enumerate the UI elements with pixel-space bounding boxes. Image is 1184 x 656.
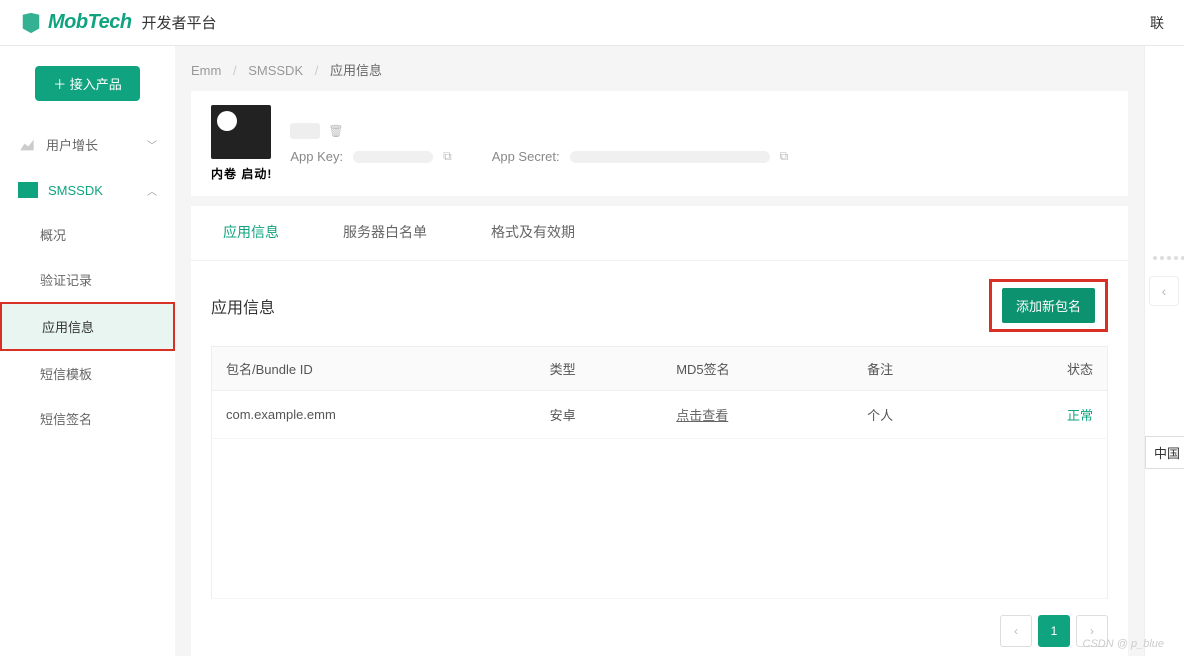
md5-view-link[interactable]: 点击查看 [676, 408, 728, 423]
sidebar: ＋ 接入产品 用户增长 ﹀ SMSSDK ︿ 概况 验证记录 应用信息 短信模板… [0, 46, 175, 656]
appkey-value [353, 151, 433, 163]
right-rail: ‹ 中国 [1144, 46, 1184, 656]
access-product-button[interactable]: ＋ 接入产品 [35, 66, 140, 101]
nav-item-appinfo[interactable]: 应用信息 [0, 302, 175, 351]
cell-remark: 个人 [853, 391, 980, 439]
col-remark: 备注 [853, 347, 980, 391]
status-badge: 正常 [1067, 408, 1093, 423]
nav-item-verify[interactable]: 验证记录 [0, 257, 175, 302]
cell-bundle: com.example.emm [212, 391, 536, 439]
watermark: CSDN @ p_blue [1083, 638, 1164, 650]
copy-icon[interactable]: ⧉ [780, 149, 789, 164]
appsecret-label: App Secret: [492, 149, 560, 164]
platform-text: 开发者平台 [142, 12, 217, 33]
header: MobTech 开发者平台 联 [0, 0, 1184, 46]
copy-icon[interactable]: ⧉ [443, 149, 452, 164]
country-tag[interactable]: 中国 [1145, 436, 1184, 469]
app-card: 内卷 启动! 🗑 App Key: ⧉ App Secret: [191, 91, 1128, 196]
table-row: com.example.emm 安卓 点击查看 个人 正常 [212, 391, 1108, 439]
nav-group-smssdk[interactable]: SMSSDK ︿ [0, 168, 175, 212]
pagination: ‹ 1 › [211, 615, 1108, 656]
trash-icon[interactable]: 🗑 [328, 124, 343, 138]
add-package-button[interactable]: 添加新包名 [1002, 288, 1095, 323]
add-button-highlight: 添加新包名 [989, 279, 1108, 332]
col-bundle: 包名/Bundle ID [212, 347, 536, 391]
sms-icon [18, 182, 38, 198]
nav-group-growth[interactable]: 用户增长 ﹀ [0, 121, 175, 168]
header-link[interactable]: 联 [1150, 13, 1164, 33]
tab-format[interactable]: 格式及有效期 [459, 206, 607, 260]
nav-label: 用户增长 [46, 135, 98, 154]
rail-dots [1153, 256, 1184, 260]
page-prev-button[interactable]: ‹ [1000, 615, 1032, 647]
nav-sublist: 概况 验证记录 应用信息 短信模板 短信签名 [0, 212, 175, 441]
nav-item-overview[interactable]: 概况 [0, 212, 175, 257]
appkey-label: App Key: [290, 149, 343, 164]
growth-icon [18, 137, 36, 153]
logo[interactable]: MobTech 开发者平台 [20, 11, 217, 34]
panel: 应用信息 添加新包名 包名/Bundle ID 类型 MD5签名 备注 状态 [191, 260, 1128, 656]
panel-title: 应用信息 [211, 294, 275, 318]
tabs: 应用信息 服务器白名单 格式及有效期 [191, 206, 1128, 260]
nav-item-sign[interactable]: 短信签名 [0, 396, 175, 441]
col-status: 状态 [980, 347, 1108, 391]
nav-item-template[interactable]: 短信模板 [0, 351, 175, 396]
avatar-caption: 内卷 启动! [211, 165, 272, 182]
brand-text: MobTech [48, 11, 132, 34]
app-name-placeholder [290, 123, 320, 139]
chevron-up-icon: ︿ [147, 183, 157, 198]
tab-whitelist[interactable]: 服务器白名单 [311, 206, 459, 260]
breadcrumb: Emm / SMSSDK / 应用信息 [191, 60, 1128, 79]
bc-item[interactable]: Emm [191, 63, 221, 78]
col-type: 类型 [536, 347, 663, 391]
logo-icon [20, 12, 42, 34]
cell-type: 安卓 [536, 391, 663, 439]
page-number-button[interactable]: 1 [1038, 615, 1070, 647]
col-md5: MD5签名 [662, 347, 853, 391]
app-avatar [211, 105, 271, 159]
chevron-down-icon: ﹀ [147, 137, 157, 152]
rail-back-button[interactable]: ‹ [1149, 276, 1179, 306]
tab-appinfo[interactable]: 应用信息 [191, 206, 311, 260]
appsecret-value [570, 151, 770, 163]
bc-current: 应用信息 [330, 63, 382, 78]
package-table: 包名/Bundle ID 类型 MD5签名 备注 状态 com.example.… [211, 346, 1108, 599]
main: Emm / SMSSDK / 应用信息 内卷 启动! 🗑 App Key: [175, 46, 1144, 656]
bc-item[interactable]: SMSSDK [248, 63, 303, 78]
nav-label: SMSSDK [48, 183, 103, 198]
